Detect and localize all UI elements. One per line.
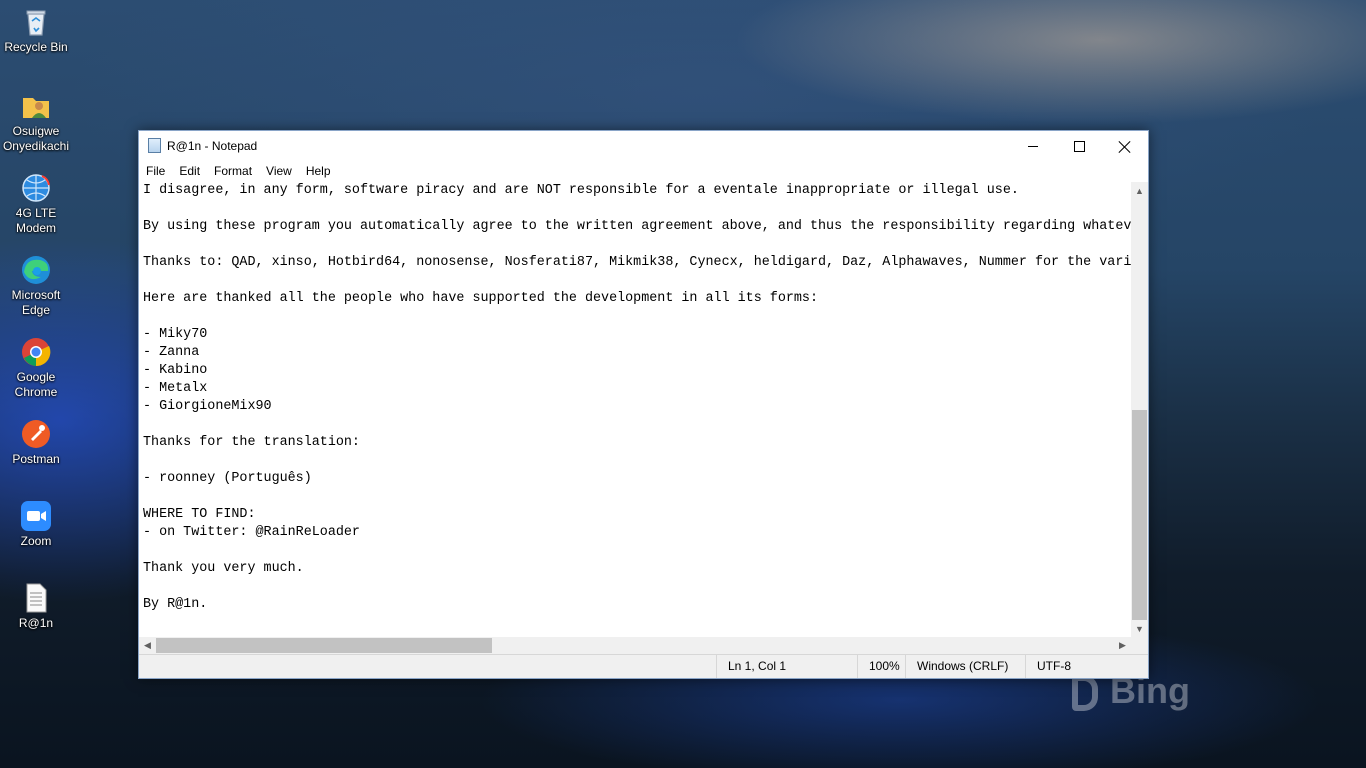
desktop-icon-postman[interactable]: Postman bbox=[2, 418, 70, 467]
desktop-icon-microsoft-edge[interactable]: Microsoft Edge bbox=[2, 254, 70, 318]
scroll-up-arrow-icon[interactable]: ▲ bbox=[1131, 182, 1148, 199]
desktop-icon-4g-lte-modem[interactable]: 4G LTE Modem bbox=[2, 172, 70, 236]
bing-logo-icon bbox=[1072, 675, 1098, 712]
desktop-icon-user-folder[interactable]: Osuigwe Onyedikachi bbox=[2, 90, 70, 154]
notepad-window[interactable]: R@1n - Notepad File Edit Format View Hel… bbox=[138, 130, 1149, 679]
notepad-icon bbox=[148, 138, 161, 153]
desktop-icon-label: Postman bbox=[12, 452, 60, 466]
postman-icon bbox=[20, 418, 52, 450]
desktop-icon-google-chrome[interactable]: Google Chrome bbox=[2, 336, 70, 400]
minimize-button[interactable] bbox=[1010, 131, 1056, 162]
title-bar[interactable]: R@1n - Notepad bbox=[139, 131, 1148, 162]
menu-help[interactable]: Help bbox=[299, 162, 338, 182]
zoom-icon bbox=[20, 500, 52, 532]
close-icon bbox=[1119, 141, 1131, 153]
vertical-scroll-thumb[interactable] bbox=[1132, 410, 1147, 620]
status-bar: Ln 1, Col 1 100% Windows (CRLF) UTF-8 bbox=[139, 654, 1148, 678]
scrollbar-corner bbox=[1131, 637, 1148, 654]
menu-file[interactable]: File bbox=[139, 162, 172, 182]
desktop-icon-label: Recycle Bin bbox=[4, 40, 68, 54]
menu-edit[interactable]: Edit bbox=[172, 162, 207, 182]
desktop-icon-recycle-bin[interactable]: Recycle Bin bbox=[2, 6, 70, 55]
scroll-left-arrow-icon[interactable]: ◀ bbox=[139, 637, 156, 654]
close-button[interactable] bbox=[1102, 131, 1148, 162]
maximize-button[interactable] bbox=[1056, 131, 1102, 162]
recycle-bin-icon bbox=[20, 6, 52, 38]
desktop-icon-zoom[interactable]: Zoom bbox=[2, 500, 70, 549]
menu-bar: File Edit Format View Help bbox=[139, 162, 1148, 182]
desktop-icon-label: R@1n bbox=[18, 616, 54, 630]
text-editor[interactable]: I disagree, in any form, software piracy… bbox=[139, 182, 1131, 637]
desktop-icon-r1n-file[interactable]: R@1n bbox=[2, 582, 70, 631]
user-folder-icon bbox=[20, 90, 52, 122]
globe-icon bbox=[20, 172, 52, 204]
horizontal-scrollbar[interactable]: ◀ ▶ bbox=[139, 637, 1131, 654]
cursor-position: Ln 1, Col 1 bbox=[716, 655, 857, 678]
desktop-icon-label: Osuigwe Onyedikachi bbox=[2, 124, 70, 153]
line-endings: Windows (CRLF) bbox=[905, 655, 1025, 678]
menu-format[interactable]: Format bbox=[207, 162, 259, 182]
chrome-icon bbox=[20, 336, 52, 368]
encoding: UTF-8 bbox=[1025, 655, 1148, 678]
editor-content[interactable]: I disagree, in any form, software piracy… bbox=[139, 182, 1131, 614]
desktop-icon-label: Zoom bbox=[20, 534, 52, 548]
window-title: R@1n - Notepad bbox=[167, 139, 258, 153]
scroll-down-arrow-icon[interactable]: ▼ bbox=[1131, 620, 1148, 637]
desktop-icon-label: Google Chrome bbox=[14, 370, 58, 399]
text-file-icon bbox=[20, 582, 52, 614]
vertical-scrollbar[interactable]: ▲ ▼ bbox=[1131, 182, 1148, 637]
desktop-icon-label: 4G LTE Modem bbox=[15, 206, 57, 235]
scroll-right-arrow-icon[interactable]: ▶ bbox=[1114, 637, 1131, 654]
horizontal-scroll-thumb[interactable] bbox=[156, 638, 492, 653]
menu-view[interactable]: View bbox=[259, 162, 299, 182]
minimize-icon bbox=[1028, 146, 1038, 147]
edge-icon bbox=[20, 254, 52, 286]
maximize-icon bbox=[1073, 141, 1085, 152]
desktop-icon-label: Microsoft Edge bbox=[11, 288, 61, 317]
